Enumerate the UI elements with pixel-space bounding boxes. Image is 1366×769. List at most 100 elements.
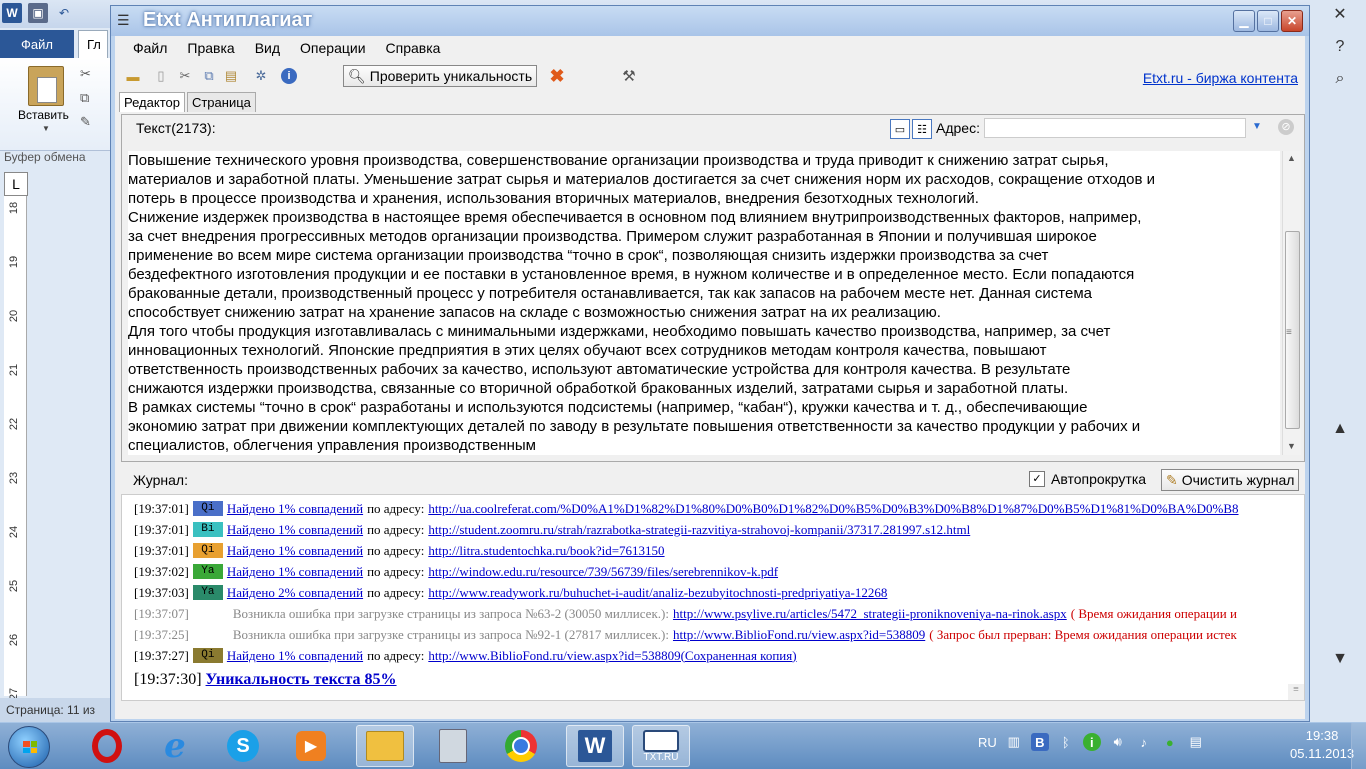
paste-icon[interactable]: ▤ xyxy=(223,68,239,84)
journal-scroll-corner[interactable]: ≡ xyxy=(1288,684,1304,700)
found-link[interactable]: Найдено 1% совпадений xyxy=(227,564,363,580)
uniqueness-result-link[interactable]: Уникальность текста 85% xyxy=(206,671,397,689)
word-app-icon: W xyxy=(578,730,612,762)
clock[interactable]: 19:38 05.11.2013 xyxy=(1290,727,1354,763)
taskbar-explorer[interactable] xyxy=(356,725,414,767)
scroll-down-icon[interactable]: ▼ xyxy=(1326,650,1354,668)
menu-help[interactable]: Справка xyxy=(376,36,451,60)
menu-edit[interactable]: Правка xyxy=(177,36,244,60)
open-icon[interactable]: ▬ xyxy=(125,68,141,84)
autoscroll-checkbox[interactable]: ✓ xyxy=(1029,471,1045,487)
vk-icon[interactable]: B xyxy=(1030,733,1049,751)
info-tray-icon[interactable]: i xyxy=(1082,733,1101,751)
autoscroll-toggle[interactable]: ✓ Автопрокрутка xyxy=(1029,471,1146,487)
scroll-down-arrow[interactable]: ▼ xyxy=(1287,441,1296,451)
found-link[interactable]: Найдено 1% совпадений xyxy=(227,522,363,538)
word-icon[interactable]: W xyxy=(2,3,22,23)
volume-icon[interactable]: 🔊︎ xyxy=(1109,733,1127,751)
address-dropdown-icon[interactable]: ▼ xyxy=(1252,121,1262,132)
clipboard-group-label: Буфер обмена xyxy=(4,150,86,164)
network-icon[interactable]: ▤ xyxy=(1187,733,1205,751)
journal-url[interactable]: http://window.edu.ru/resource/739/56739/… xyxy=(428,564,778,580)
word-home-tab[interactable]: Гл xyxy=(78,30,108,58)
menu-view[interactable]: Вид xyxy=(245,36,290,60)
taskbar-word[interactable]: W xyxy=(566,725,624,767)
taskbar-calculator[interactable] xyxy=(424,725,482,767)
close-button[interactable]: ✕ xyxy=(1281,10,1303,32)
speaker-icon[interactable]: ♪ xyxy=(1135,733,1153,751)
clear-journal-button[interactable]: ✎ Очистить журнал xyxy=(1161,469,1300,491)
word-file-tab[interactable]: Файл xyxy=(0,30,74,58)
address-stop-icon[interactable]: ⊘ xyxy=(1278,119,1294,135)
ruler-tab-selector[interactable]: L xyxy=(4,172,28,196)
ruler-number: 21 xyxy=(8,363,21,377)
hammer-icon[interactable]: ⚒ xyxy=(621,68,637,85)
internet-explorer-icon: e xyxy=(164,726,186,766)
format-painter-icon[interactable]: ✎ xyxy=(80,114,91,130)
paste-icon[interactable] xyxy=(28,66,64,106)
info-icon[interactable]: i xyxy=(281,68,297,84)
scroll-up-arrow[interactable]: ▲ xyxy=(1287,153,1296,163)
start-button[interactable] xyxy=(8,726,50,768)
find-icon[interactable]: ⌕ xyxy=(1326,70,1354,88)
journal-url[interactable]: http://www.readywork.ru/buhuchet-i-audit… xyxy=(428,585,887,601)
maximize-button[interactable]: □ xyxy=(1257,10,1279,32)
journal-url[interactable]: http://www.BiblioFond.ru/view.aspx?id=53… xyxy=(673,627,925,643)
journal-url[interactable]: http://www.BiblioFond.ru/view.aspx?id=53… xyxy=(428,648,796,664)
menu-operations[interactable]: Операции xyxy=(290,36,376,60)
cut-icon[interactable]: ✂ xyxy=(177,68,193,84)
text-line: экономию затрат при движении комплектующ… xyxy=(128,418,1141,435)
text-editor[interactable]: Повышение технического уровня производст… xyxy=(128,151,1280,455)
copy-icon[interactable]: ⧉ xyxy=(201,68,217,84)
editor-scrollbar[interactable]: ▲ ≡ ▼ xyxy=(1282,151,1301,455)
journal-row: [19:37:27] Qi Найдено 1% совпадений по адре… xyxy=(134,646,797,665)
word-status-page[interactable]: Страница: 11 из xyxy=(0,698,120,722)
taskbar-ie[interactable]: e xyxy=(146,725,204,767)
taskbar-media-player[interactable]: ▶ xyxy=(282,725,340,767)
menu-file[interactable]: Файл xyxy=(123,36,177,60)
scroll-up-icon[interactable]: ▲ xyxy=(1326,420,1354,438)
language-indicator[interactable]: RU xyxy=(978,735,997,750)
found-link[interactable]: Найдено 1% совпадений xyxy=(227,543,363,559)
view-single-icon[interactable]: ▭ xyxy=(890,119,910,139)
user-icon[interactable]: ● xyxy=(1161,733,1179,751)
check-uniqueness-button[interactable]: 🔍︎ Проверить уникальность xyxy=(343,65,538,87)
paste-dropdown-icon[interactable]: ▼ xyxy=(42,124,50,133)
keyboard-icon[interactable]: ▥ xyxy=(1005,733,1023,751)
journal-url[interactable]: http://litra.studentochka.ru/book?id=761… xyxy=(428,543,664,559)
view-split-icon[interactable]: ☷ xyxy=(912,119,932,139)
clear-journal-label: Очистить журнал xyxy=(1181,472,1295,488)
bluetooth-icon[interactable]: ᛒ xyxy=(1057,733,1075,751)
found-link[interactable]: Найдено 2% совпадений xyxy=(227,585,363,601)
calculator-icon xyxy=(439,729,467,763)
stop-icon[interactable]: ✖ xyxy=(549,66,565,86)
word-minimize-icon[interactable]: ✕ xyxy=(1326,4,1354,24)
address-input[interactable] xyxy=(984,118,1246,138)
journal-url[interactable]: http://ua.coolreferat.com/%D0%A1%D1%82%D… xyxy=(428,501,1238,517)
taskbar-opera[interactable] xyxy=(78,725,136,767)
copy-icon[interactable]: ⧉ xyxy=(80,90,91,106)
journal-final-row: [19:37:30] Уникальность текста 85% xyxy=(134,669,397,691)
undo-icon[interactable]: ↶ xyxy=(54,3,74,23)
paste-label[interactable]: Вставить xyxy=(18,108,69,122)
journal-mid-text: по адресу: xyxy=(367,563,425,579)
settings-icon[interactable]: ✲ xyxy=(253,68,269,84)
found-link[interactable]: Найдено 1% совпадений xyxy=(227,648,363,664)
cut-icon[interactable]: ✂ xyxy=(80,66,91,82)
tab-editor[interactable]: Редактор xyxy=(119,92,185,112)
tab-page[interactable]: Страница xyxy=(186,92,256,112)
etxt-link[interactable]: Etxt.ru - биржа контента xyxy=(1143,70,1298,86)
new-document-icon[interactable]: ▯ xyxy=(153,68,169,84)
journal-url[interactable]: http://student.zoomru.ru/strah/razrabotk… xyxy=(428,522,970,538)
etxt-body: Файл Правка Вид Операции Справка ▬ ▯ ✂ ⧉… xyxy=(115,36,1305,719)
taskbar-chrome[interactable] xyxy=(492,725,550,767)
show-desktop-button[interactable] xyxy=(1351,723,1366,769)
journal-url[interactable]: http://www.psylive.ru/articles/5472_stra… xyxy=(673,606,1067,622)
taskbar-skype[interactable]: S xyxy=(214,725,272,767)
text-line: материалов и заработной платы. Уменьшени… xyxy=(128,171,1155,188)
help-icon[interactable]: ? xyxy=(1326,38,1354,56)
taskbar-etxt[interactable]: TXT.RU xyxy=(632,725,690,767)
minimize-button[interactable]: ▁ xyxy=(1233,10,1255,32)
save-icon[interactable]: ▣ xyxy=(28,3,48,23)
found-link[interactable]: Найдено 1% совпадений xyxy=(227,501,363,517)
